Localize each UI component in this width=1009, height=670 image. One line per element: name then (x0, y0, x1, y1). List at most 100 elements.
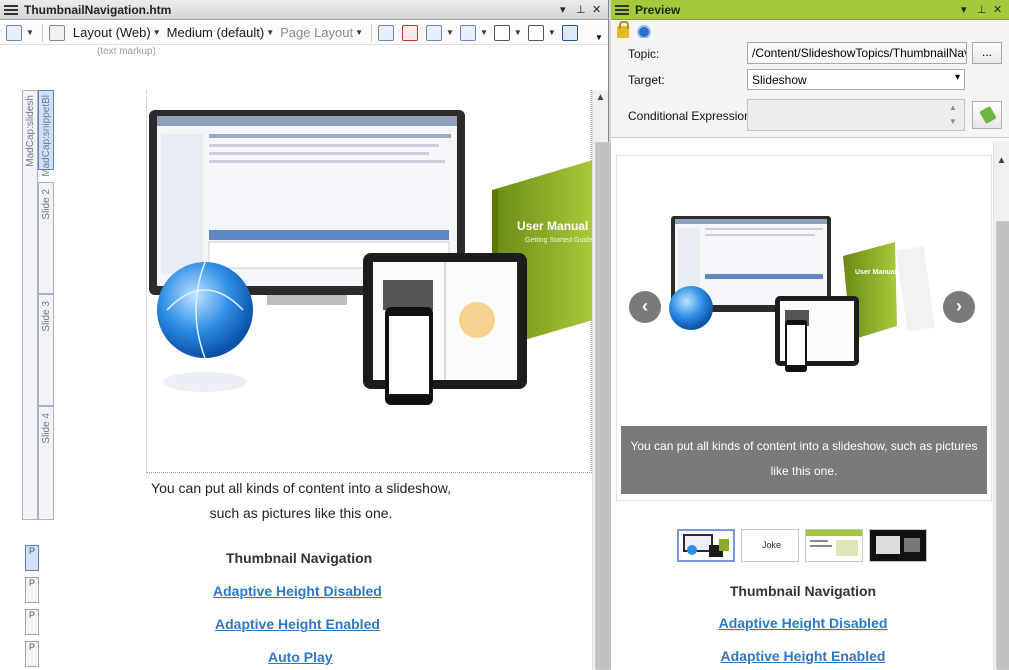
slideshow: ‹ › User Manual You can put all kinds of… (616, 155, 992, 501)
snippet-icon (48, 24, 65, 41)
preview-scroll-thumb[interactable] (996, 221, 1009, 670)
layout-dropdown[interactable]: Layout (Web) ▼ (73, 25, 161, 40)
tags-icon (378, 24, 395, 41)
thumbnail-4[interactable] (869, 529, 927, 562)
paragraph-marker[interactable]: P (25, 577, 39, 603)
thumbnail-3[interactable] (805, 529, 863, 562)
conditional-expression-field[interactable] (747, 99, 965, 131)
page-layout-dropdown[interactable]: Page Layout ▼ (280, 25, 363, 40)
slide-caption-line-2: such as pictures like this one. (209, 505, 393, 521)
topic-field[interactable]: /Content/SlideshowTopics/ThumbnailNaviga… (747, 42, 967, 64)
thumbnail-strip: Joke (677, 529, 933, 562)
close-icon[interactable]: ✕ (993, 3, 1002, 16)
preview-form: Topic: /Content/SlideshowTopics/Thumbnai… (611, 38, 1009, 138)
snippet-button[interactable] (48, 24, 67, 41)
conditional-spinner[interactable]: ▲ ▼ (949, 101, 957, 129)
scroll-up-arrow[interactable]: ▲ (593, 92, 608, 103)
structure-bar-slideshow[interactable]: MadCap:slidesh (22, 90, 38, 520)
heading-thumbnail-navigation: Thumbnail Navigation (226, 550, 373, 566)
magnifier-icon (6, 24, 22, 41)
refresh-icon[interactable] (637, 25, 651, 39)
preview-link-adaptive-height-enabled[interactable]: Adaptive Height Enabled (611, 648, 995, 664)
pin-icon[interactable]: ⊥ (576, 3, 586, 16)
editor-title-bar: ThumbnailNavigation.htm ▾ ⊥ ✕ (0, 0, 608, 20)
slide-preview-image: User Manual (669, 216, 935, 372)
editor-title: ThumbnailNavigation.htm (24, 2, 172, 17)
book-subtitle-text: Getting Started Guide (525, 237, 593, 244)
paragraph-marker-label: P (28, 546, 35, 556)
previous-slide-button[interactable]: ‹ (629, 291, 661, 323)
conditions-icon (979, 105, 997, 125)
devices-image: User Manual Getting Started Guide (149, 110, 593, 405)
link-auto-play[interactable]: Auto Play (268, 649, 333, 665)
structure-bar-label: MadCap:slidesh (25, 95, 36, 167)
editor-scrollbar[interactable]: ▲ (592, 90, 653, 670)
next-slide-button[interactable]: › (943, 291, 975, 323)
link-adaptive-height-disabled[interactable]: Adaptive Height Disabled (213, 583, 382, 599)
conditional-expression-label: Conditional Expression: (628, 109, 755, 123)
structure-bar-label: Slide 3 (41, 301, 52, 332)
slide-caption-line-1: You can put all kinds of content into a … (151, 480, 451, 496)
menu-icon[interactable] (615, 4, 629, 15)
dropdown-icon[interactable]: ▾ (961, 3, 967, 16)
toolbar-separator (371, 23, 373, 42)
structure-bar-label: Slide 4 (41, 413, 52, 444)
text-markup-note: (text markup) (97, 46, 156, 57)
editor-pane: ThumbnailNavigation.htm ▾ ⊥ ✕ ▼ Layout (… (0, 0, 653, 670)
menu-icon[interactable] (4, 4, 18, 15)
paragraph-marker[interactable]: P (25, 641, 39, 667)
topic-label: Topic: (628, 47, 660, 61)
chevron-down-icon: ▾ (954, 72, 960, 83)
preview-scrollbar[interactable]: ▲ (993, 141, 1009, 670)
link-adaptive-height-enabled[interactable]: Adaptive Height Enabled (215, 616, 380, 632)
markers-button[interactable]: ▼ (459, 24, 488, 41)
structure-bar-slide-3[interactable]: Slide 3 (38, 294, 54, 406)
variable-icon (493, 24, 510, 41)
thumbnail-2-text: Joke (762, 540, 782, 550)
preview-link-adaptive-height-disabled[interactable]: Adaptive Height Disabled (611, 615, 995, 631)
image-button[interactable]: ▼ (426, 24, 454, 41)
paragraph-marker-label: P (28, 578, 35, 588)
structure-bar-snippet[interactable]: MadCap:snippetBl (38, 90, 54, 177)
medium-label: Medium (default) (166, 25, 265, 40)
editor-content: User Manual Getting Started Guide You ca… (146, 90, 593, 670)
show-tags-button[interactable] (378, 24, 396, 41)
thumbnail-1[interactable] (677, 529, 735, 562)
pin-icon[interactable]: ⊥ (977, 3, 987, 16)
info-icon (561, 24, 578, 41)
thumbnail-2[interactable]: Joke (741, 529, 799, 562)
preview-title-bar: Preview ▾ ⊥ ✕ (611, 0, 1009, 20)
structure-bar-slide-2[interactable]: Slide 2 (38, 182, 54, 294)
info-button[interactable] (561, 24, 580, 41)
browse-topic-button[interactable]: ... (972, 42, 1002, 64)
book-title-text: User Manual (517, 219, 588, 233)
structure-bar-label: Slide 2 (41, 189, 52, 220)
paragraph-marker-heading[interactable]: P (25, 545, 39, 571)
image-icon (426, 24, 443, 41)
track-changes-button[interactable] (402, 24, 420, 41)
structure-bars: MadCap:slidesh MadCap:snippetBl Slide 2 … (22, 90, 64, 670)
dropdown-icon[interactable]: ▾ (560, 3, 566, 16)
app-window: ThumbnailNavigation.htm ▾ ⊥ ✕ ▼ Layout (… (0, 0, 1009, 670)
paragraph-marker-label: P (28, 642, 35, 652)
conditions-button[interactable] (972, 101, 1002, 129)
zoom-button[interactable]: ▼ (6, 24, 34, 41)
text-format-button[interactable]: ▼ (527, 24, 556, 41)
medium-dropdown[interactable]: Medium (default) ▼ (167, 25, 274, 40)
text-format-icon (527, 24, 544, 41)
structure-bar-slide-4[interactable]: Slide 4 (38, 406, 54, 520)
variables-button[interactable]: ▼ (493, 24, 522, 41)
lock-icon[interactable] (617, 20, 629, 39)
editor-toolbar: ▼ Layout (Web) ▼ Medium (default) ▼ Page L… (0, 21, 608, 45)
toolbar-overflow-icon[interactable]: ▼ (595, 33, 603, 42)
paragraph-marker[interactable]: P (25, 609, 39, 635)
scroll-up-arrow[interactable]: ▲ (994, 155, 1009, 166)
structure-bar-label: MadCap:snippetBl (41, 95, 52, 177)
target-select-value: Slideshow (752, 73, 807, 87)
page-layout-label: Page Layout (280, 25, 354, 40)
toolbar-separator (41, 23, 43, 42)
close-icon[interactable]: ✕ (592, 3, 601, 16)
target-select[interactable]: Slideshow ▾ (747, 69, 965, 90)
slide-image-container[interactable]: User Manual Getting Started Guide (146, 90, 593, 473)
target-label: Target: (628, 73, 665, 87)
